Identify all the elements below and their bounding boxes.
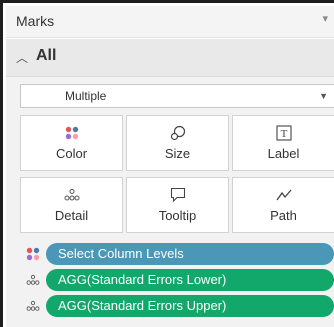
tooltip-button[interactable]: Tooltip	[126, 177, 229, 233]
color-dots-icon	[21, 124, 122, 142]
path-button[interactable]: Path	[232, 177, 334, 233]
field-pill[interactable]: AGG(Standard Errors Lower)	[46, 269, 334, 291]
detail-dots-icon	[21, 186, 122, 204]
tooltip-button-label: Tooltip	[158, 208, 197, 223]
size-icon	[127, 124, 228, 142]
color-dots-icon	[24, 245, 42, 263]
mark-type-value: Multiple	[65, 89, 107, 103]
all-marks-label: All	[36, 47, 57, 64]
field-pill[interactable]: AGG(Standard Errors Upper)	[46, 295, 334, 317]
detail-button-label: Detail	[54, 208, 89, 223]
tooltip-icon	[127, 186, 228, 204]
marks-card-body: ︿ All Multiple ▼ Color Size T Label Deta…	[6, 39, 334, 327]
color-button-label: Color	[55, 146, 88, 161]
label-button[interactable]: T Label	[232, 115, 334, 171]
marks-card-header: Marks ▾	[6, 6, 334, 38]
path-button-label: Path	[270, 208, 297, 223]
color-encoding-row[interactable]: Select Column Levels	[20, 243, 334, 265]
detail-dots-icon	[24, 297, 42, 315]
field-pill[interactable]: Select Column Levels	[46, 243, 334, 265]
marks-title: Marks	[16, 13, 55, 29]
label-button-label: Label	[267, 146, 300, 161]
label-icon: T	[233, 124, 334, 142]
svg-text:T: T	[280, 128, 287, 140]
detail-dots-icon	[24, 271, 42, 289]
collapse-chevron-icon[interactable]: ︿	[16, 49, 28, 66]
dropdown-arrow-icon[interactable]: ▼	[319, 91, 328, 101]
all-marks-row[interactable]: ︿ All	[6, 39, 334, 77]
detail-encoding-row[interactable]: AGG(Standard Errors Lower)	[20, 269, 334, 291]
path-icon	[233, 186, 334, 204]
size-button[interactable]: Size	[126, 115, 229, 171]
color-button[interactable]: Color	[20, 115, 123, 171]
detail-button[interactable]: Detail	[20, 177, 123, 233]
card-menu-caret-icon[interactable]: ▾	[322, 12, 328, 25]
mark-type-dropdown[interactable]: Multiple ▼	[20, 84, 334, 108]
detail-encoding-row[interactable]: AGG(Standard Errors Upper)	[20, 295, 334, 317]
marks-card: Marks ▾ ︿ All Multiple ▼ Color Size T La…	[0, 0, 334, 327]
size-button-label: Size	[164, 146, 191, 161]
